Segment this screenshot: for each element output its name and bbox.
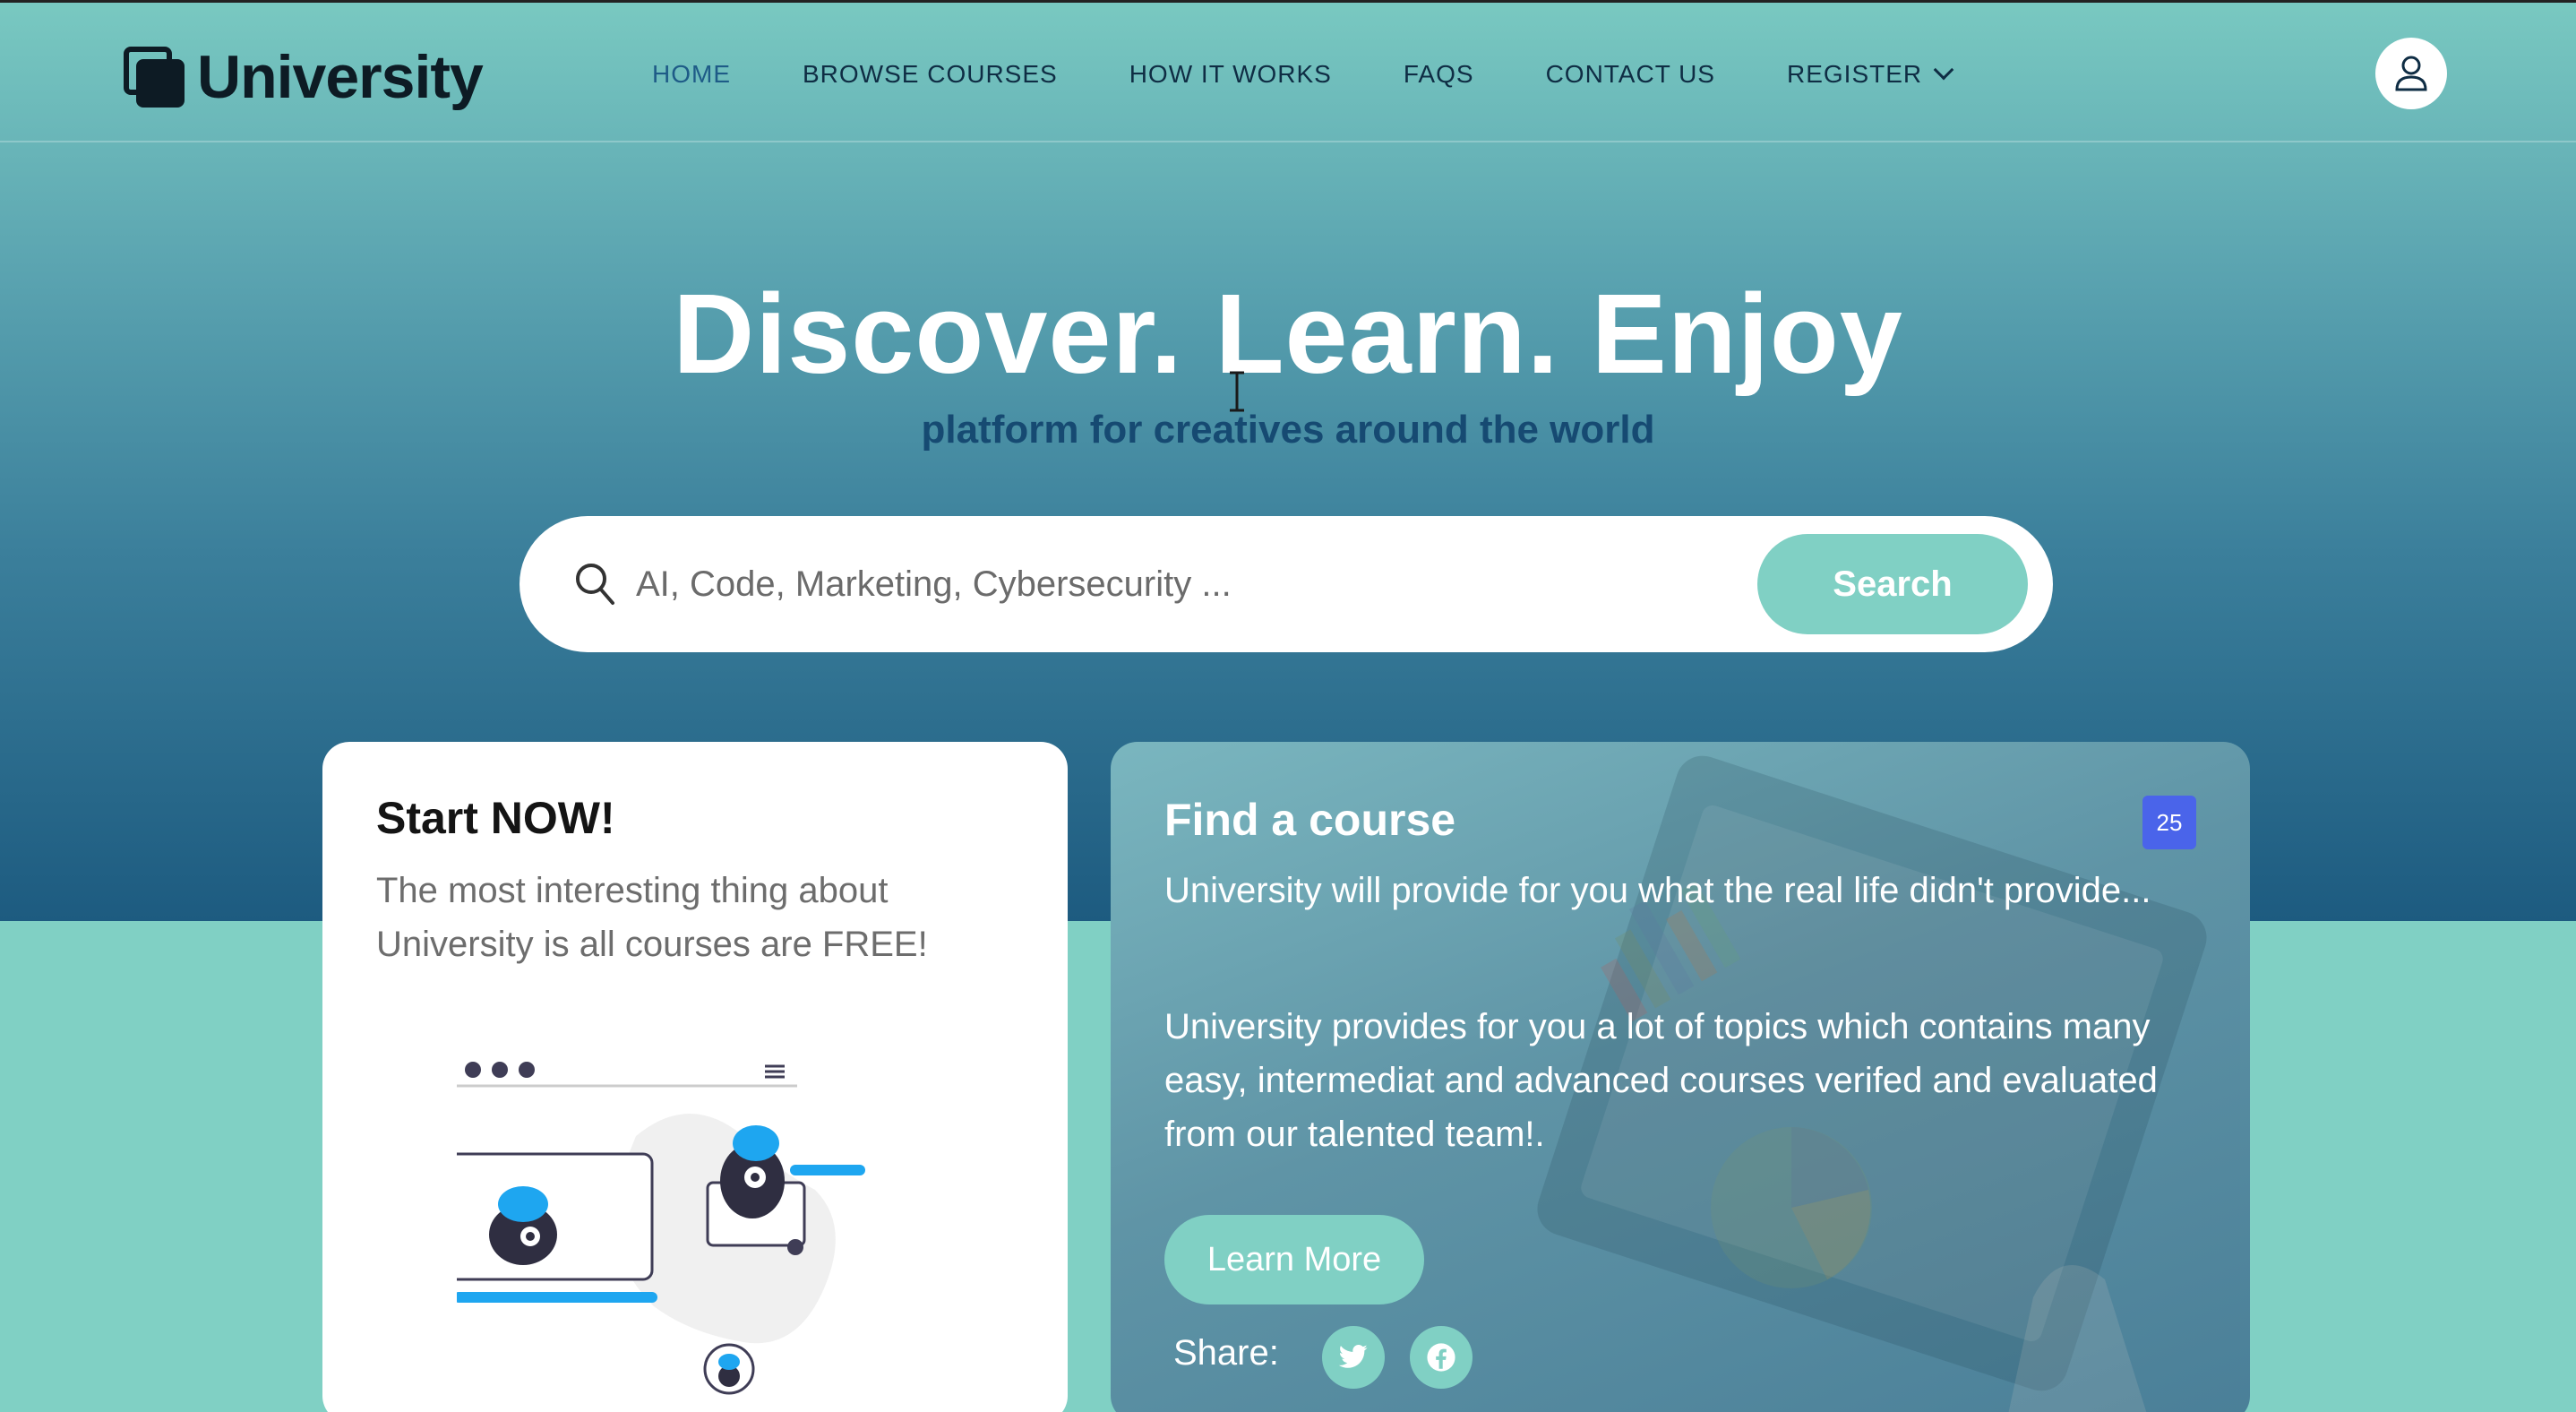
search-input[interactable] [636, 548, 1352, 620]
online-learning-illustration [457, 1062, 865, 1395]
nav-browse-courses[interactable]: BROWSE COURSES [803, 60, 1058, 89]
navbar: University HOME BROWSE COURSES HOW IT WO… [0, 3, 2576, 142]
nav-home[interactable]: HOME [652, 60, 731, 89]
user-icon [2395, 56, 2427, 91]
text-cursor-icon [1230, 371, 1244, 412]
find-card-title: Find a course [1164, 795, 1456, 845]
nav-how-it-works[interactable]: HOW IT WORKS [1129, 60, 1332, 89]
brand-name: University [197, 43, 484, 111]
hero-title: Discover. Learn. Enjoy [673, 271, 1903, 397]
chevron-down-icon [1933, 59, 1954, 81]
learn-more-button[interactable]: Learn More [1164, 1215, 1424, 1304]
logo-icon [124, 47, 185, 108]
start-card-text: The most interesting thing about Univers… [376, 871, 928, 964]
nav-faqs[interactable]: FAQS [1404, 60, 1474, 89]
start-card-title: Start NOW! [376, 793, 615, 843]
course-count-badge: 25 [2142, 796, 2196, 849]
nav-contact-us[interactable]: CONTACT US [1546, 60, 1715, 89]
search-bar: Search [519, 516, 2053, 652]
find-card-paragraph-1: University will provide for you what the… [1164, 871, 2151, 910]
facebook-icon [1427, 1343, 1455, 1372]
start-now-card: Start NOW! The most interesting thing ab… [322, 742, 1068, 1412]
nav-register-label: REGISTER [1786, 60, 1923, 88]
share-twitter-button[interactable] [1322, 1326, 1385, 1389]
nav-register[interactable]: REGISTER [1786, 59, 1954, 89]
share-facebook-button[interactable] [1410, 1326, 1473, 1389]
user-account-button[interactable] [2375, 38, 2447, 109]
main-nav: HOME BROWSE COURSES HOW IT WORKS FAQS CO… [652, 59, 2022, 89]
find-course-card: Find a course 25 University will provide… [1111, 742, 2250, 1412]
hero-subtitle: platform for creatives around the world [921, 408, 1655, 452]
find-card-paragraph-2: University provides for you a lot of top… [1164, 1007, 2158, 1154]
twitter-icon [1338, 1344, 1368, 1368]
search-icon [576, 564, 614, 605]
share-label: Share: [1173, 1333, 1279, 1373]
logo[interactable]: University [124, 42, 484, 112]
search-button[interactable]: Search [1757, 534, 2028, 634]
